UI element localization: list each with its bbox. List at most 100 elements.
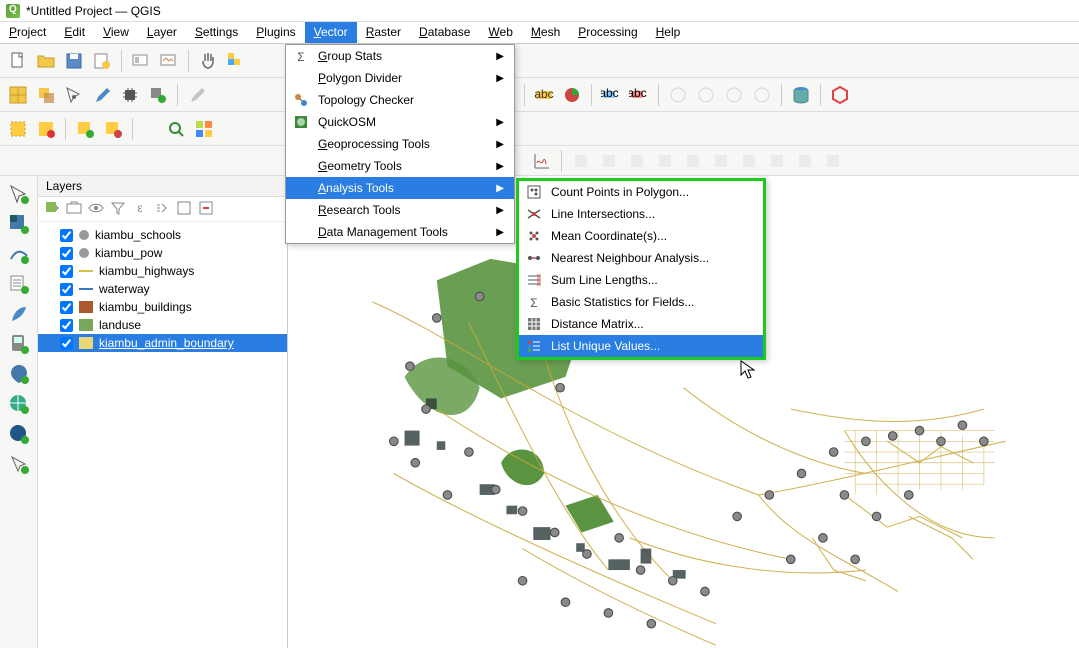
- menu-mesh[interactable]: Mesh: [522, 22, 569, 43]
- pan-map-button[interactable]: [196, 49, 220, 73]
- menu-view[interactable]: View: [94, 22, 138, 43]
- highlight-label-button[interactable]: abc: [627, 83, 651, 107]
- style-preset-button[interactable]: [44, 200, 62, 218]
- layout-manager-button[interactable]: [129, 49, 153, 73]
- filter-legend-button[interactable]: [110, 200, 128, 218]
- pan-selection-button[interactable]: [224, 49, 248, 73]
- label-abc-button[interactable]: abc: [532, 83, 556, 107]
- vector-menu-quickosm[interactable]: QuickOSM▶: [286, 111, 514, 133]
- colored-select-button[interactable]: [192, 117, 216, 141]
- vector-menu-data-management-tools[interactable]: Data Management Tools▶: [286, 221, 514, 243]
- vector-menu-analysis-tools[interactable]: Analysis Tools▶: [286, 177, 514, 199]
- add-wfs-button[interactable]: [7, 422, 31, 446]
- analysis-sum-line-lengths-[interactable]: Sum Line Lengths...: [519, 269, 763, 291]
- menu-raster[interactable]: Raster: [357, 22, 410, 43]
- layer-kiambu_pow[interactable]: kiambu_pow: [38, 244, 287, 262]
- open-project-button[interactable]: [34, 49, 58, 73]
- field-calc-button[interactable]: [34, 83, 58, 107]
- menu-layer[interactable]: Layer: [138, 22, 186, 43]
- menu-project[interactable]: Project: [0, 22, 55, 43]
- add-feature-button[interactable]: [146, 83, 170, 107]
- menu-item-label: Mean Coordinate(s)...: [551, 229, 753, 243]
- menu-database[interactable]: Database: [410, 22, 479, 43]
- vector-menu-geometry-tools[interactable]: Geometry Tools▶: [286, 155, 514, 177]
- layer-visibility-checkbox[interactable]: [60, 265, 73, 278]
- style-manager-button[interactable]: [157, 49, 181, 73]
- locate-button[interactable]: [164, 117, 188, 141]
- analysis-nearest-neighbour-analysis-[interactable]: Nearest Neighbour Analysis...: [519, 247, 763, 269]
- new-raster-button[interactable]: [101, 117, 125, 141]
- deselect-button[interactable]: [34, 117, 58, 141]
- analysis-count-points-in-polygon-[interactable]: Count Points in Polygon...: [519, 181, 763, 203]
- toolbar-separator: [524, 84, 525, 106]
- generic-toolbar-button: [694, 83, 718, 107]
- visibility-toggle-button[interactable]: [88, 200, 106, 218]
- layer-kiambu_buildings[interactable]: kiambu_buildings: [38, 298, 287, 316]
- add-vector-button[interactable]: [7, 182, 31, 206]
- menu-help[interactable]: Help: [647, 22, 690, 43]
- new-print-layout-button[interactable]: [90, 49, 114, 73]
- menu-plugins[interactable]: Plugins: [247, 22, 304, 43]
- new-vector-button[interactable]: [73, 117, 97, 141]
- menu-item-label: Count Points in Polygon...: [551, 185, 753, 199]
- toolbar-separator: [177, 84, 178, 106]
- save-edits-button[interactable]: [90, 83, 114, 107]
- layer-visibility-checkbox[interactable]: [60, 301, 73, 314]
- add-raster-button[interactable]: [7, 212, 31, 236]
- menu-edit[interactable]: Edit: [55, 22, 94, 43]
- analysis-distance-matrix-[interactable]: Distance Matrix...: [519, 313, 763, 335]
- vector-menu-research-tools[interactable]: Research Tools▶: [286, 199, 514, 221]
- collapse-all-button[interactable]: [176, 200, 194, 218]
- add-feather-button[interactable]: [7, 302, 31, 326]
- layer-swatch-icon: [79, 288, 93, 290]
- layer-visibility-checkbox[interactable]: [60, 247, 73, 260]
- new-scratch-button[interactable]: [7, 452, 31, 476]
- vector-menu-geoprocessing-tools[interactable]: Geoprocessing Tools▶: [286, 133, 514, 155]
- plot-icon[interactable]: [530, 149, 554, 173]
- save-project-button[interactable]: [62, 49, 86, 73]
- menu-settings[interactable]: Settings: [186, 22, 247, 43]
- analysis-mean-coordinate-s-[interactable]: Mean Coordinate(s)...: [519, 225, 763, 247]
- vector-menu-polygon-divider[interactable]: Polygon Divider▶: [286, 67, 514, 89]
- diagram-button[interactable]: [560, 83, 584, 107]
- layer-visibility-checkbox[interactable]: [60, 319, 73, 332]
- toggle-editing-button[interactable]: [62, 83, 86, 107]
- layer-kiambu_schools[interactable]: kiambu_schools: [38, 226, 287, 244]
- layer-visibility-checkbox[interactable]: [60, 337, 73, 350]
- processor-icon[interactable]: [118, 83, 142, 107]
- toolbar-separator: [820, 84, 821, 106]
- layer-landuse[interactable]: landuse: [38, 316, 287, 334]
- hexagon-button[interactable]: [828, 83, 852, 107]
- vector-menu-group-stats[interactable]: ΣGroup Stats▶: [286, 45, 514, 67]
- open-attr-table-button[interactable]: [6, 83, 30, 107]
- add-delimited-button[interactable]: [7, 272, 31, 296]
- select-features-button[interactable]: [6, 117, 30, 141]
- analysis-basic-statistics-for-fields-[interactable]: ΣBasic Statistics for Fields...: [519, 291, 763, 313]
- menu-vector[interactable]: Vector: [305, 22, 357, 43]
- expression-filter-button[interactable]: ε: [132, 200, 150, 218]
- layer-kiambu_admin_boundary[interactable]: kiambu_admin_boundary: [38, 334, 287, 352]
- generic-toolbar-button: [625, 149, 649, 173]
- mouse-cursor-icon: [740, 360, 756, 380]
- layer-waterway[interactable]: waterway: [38, 280, 287, 298]
- database-button[interactable]: [789, 83, 813, 107]
- expand-all-button[interactable]: [154, 200, 172, 218]
- layer-visibility-checkbox[interactable]: [60, 229, 73, 242]
- analysis-line-intersections-[interactable]: Line Intersections...: [519, 203, 763, 225]
- pin-label-button[interactable]: abc: [599, 83, 623, 107]
- add-group-button[interactable]: [66, 200, 84, 218]
- menu-web[interactable]: Web: [479, 22, 521, 43]
- svg-text:abc: abc: [629, 86, 647, 100]
- layer-visibility-checkbox[interactable]: [60, 283, 73, 296]
- add-gps-button[interactable]: [7, 332, 31, 356]
- add-wms-button[interactable]: [7, 392, 31, 416]
- add-mesh-button[interactable]: [7, 242, 31, 266]
- add-spatialite-button[interactable]: [7, 362, 31, 386]
- new-project-button[interactable]: [6, 49, 30, 73]
- menu-processing[interactable]: Processing: [569, 22, 646, 43]
- layer-kiambu_highways[interactable]: kiambu_highways: [38, 262, 287, 280]
- analysis-list-unique-values-[interactable]: List Unique Values...: [519, 335, 763, 357]
- generic-toolbar-button: [737, 149, 761, 173]
- remove-layer-button[interactable]: [198, 200, 216, 218]
- vector-menu-topology-checker[interactable]: Topology Checker: [286, 89, 514, 111]
